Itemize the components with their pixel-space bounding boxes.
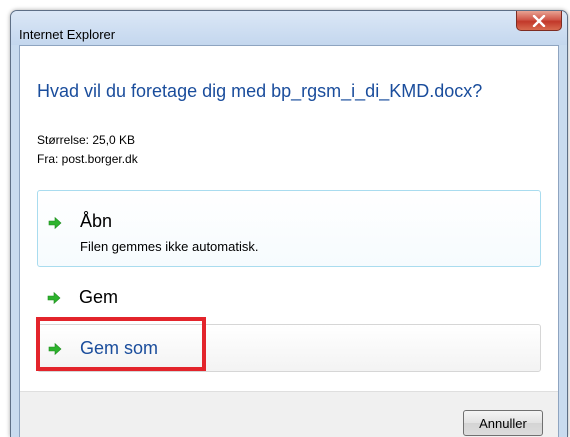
dialog-content: Hvad vil du foretage dig med bp_rgsm_i_d… xyxy=(19,45,559,437)
green-arrow-icon xyxy=(47,291,61,305)
save-as-label: Gem som xyxy=(80,338,159,358)
green-arrow-icon xyxy=(48,342,62,356)
cancel-button[interactable]: Annuller xyxy=(463,410,543,436)
open-option[interactable]: Åbn Filen gemmes ikke automatisk. xyxy=(37,190,541,267)
open-label: Åbn xyxy=(80,211,113,231)
dialog-question: Hvad vil du foretage dig med bp_rgsm_i_d… xyxy=(37,81,483,101)
close-icon xyxy=(532,14,546,27)
save-as-option[interactable]: Gem som xyxy=(37,324,541,372)
close-button[interactable] xyxy=(516,11,562,31)
dialog-footer: Annuller xyxy=(20,391,558,437)
green-arrow-icon xyxy=(48,216,62,230)
save-label: Gem xyxy=(79,287,119,307)
save-option[interactable]: Gem xyxy=(37,278,541,318)
title-bar[interactable]: Internet Explorer xyxy=(11,11,567,45)
file-size: Størrelse: 25,0 KB xyxy=(37,133,136,147)
open-subtext: Filen gemmes ikke automatisk. xyxy=(80,239,259,254)
window-title: Internet Explorer xyxy=(19,27,116,42)
ie-download-dialog: Internet Explorer Hvad vil du foretage d… xyxy=(10,10,568,437)
file-source: Fra: post.borger.dk xyxy=(37,152,138,166)
